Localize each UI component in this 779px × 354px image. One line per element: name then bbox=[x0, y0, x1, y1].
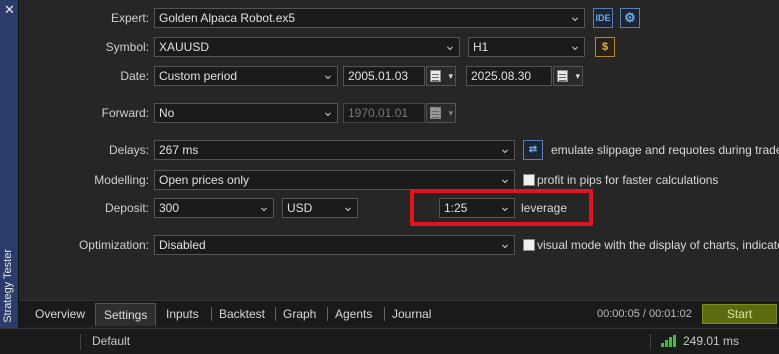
chevron-down-icon bbox=[255, 199, 273, 217]
delays-label: Delays: bbox=[108, 143, 149, 157]
tab-overview[interactable]: Overview bbox=[27, 303, 93, 326]
status-bar: Default 249.01 ms bbox=[0, 328, 779, 354]
date-period-select[interactable]: Custom period bbox=[154, 66, 338, 86]
visual-mode-checkbox[interactable] bbox=[523, 239, 535, 251]
chevron-down-icon bbox=[496, 171, 514, 189]
expert-select[interactable]: Golden Alpaca Robot.ex5 bbox=[154, 8, 585, 28]
modelling-select[interactable]: Open prices only bbox=[154, 170, 515, 190]
tester-side-strip: ✕ Strategy Tester bbox=[0, 0, 19, 329]
date-period-value: Custom period bbox=[159, 69, 238, 83]
modelling-value: Open prices only bbox=[159, 173, 250, 187]
leverage-highlight-box bbox=[410, 189, 593, 226]
status-separator bbox=[80, 334, 81, 350]
forward-date-input: 1970.01.01 bbox=[343, 103, 425, 123]
tab-journal[interactable]: Journal bbox=[384, 303, 439, 326]
panel-title: Strategy Tester bbox=[2, 249, 14, 323]
chevron-down-icon bbox=[496, 236, 514, 254]
tab-graph[interactable]: Graph bbox=[275, 303, 324, 326]
forward-label: Forward: bbox=[101, 106, 149, 120]
tester-tab-bar: Overview Settings Inputs Backtest Graph … bbox=[19, 300, 779, 326]
date-to-value: 2025.08.30 bbox=[471, 69, 532, 83]
tab-backtest[interactable]: Backtest bbox=[211, 303, 273, 326]
expert-value: Golden Alpaca Robot.ex5 bbox=[159, 11, 296, 25]
symbol-value: XAUUSD bbox=[159, 40, 210, 54]
chevron-down-icon bbox=[319, 67, 337, 85]
status-separator bbox=[650, 334, 651, 350]
tab-inputs[interactable]: Inputs bbox=[158, 303, 207, 326]
deposit-input[interactable]: 300 bbox=[154, 198, 274, 218]
date-from-value: 2005.01.03 bbox=[348, 69, 409, 83]
elapsed-timer: 00:00:05 / 00:01:02 bbox=[597, 308, 692, 320]
signal-strength-icon bbox=[661, 335, 677, 347]
delays-note: emulate slippage and requotes during tra… bbox=[551, 143, 779, 157]
tab-settings[interactable]: Settings bbox=[95, 303, 157, 326]
deposit-label: Deposit: bbox=[104, 201, 149, 215]
optimization-select[interactable]: Disabled bbox=[154, 235, 515, 255]
chevron-down-icon bbox=[441, 38, 459, 56]
forward-value: No bbox=[159, 106, 175, 120]
profile-name[interactable]: Default bbox=[92, 329, 130, 353]
timeframe-select[interactable]: H1 bbox=[468, 37, 585, 57]
chevron-down-icon bbox=[339, 199, 357, 217]
delays-value: 267 ms bbox=[159, 143, 199, 157]
profit-pips-checkbox[interactable] bbox=[523, 174, 535, 186]
chevron-down-icon bbox=[319, 104, 337, 122]
settings-panel: Expert: Golden Alpaca Robot.ex5 IDE ⚙ Sy… bbox=[19, 0, 779, 300]
date-label: Date: bbox=[120, 69, 149, 83]
forward-select[interactable]: No bbox=[154, 103, 338, 123]
date-to-input[interactable]: 2025.08.30 bbox=[466, 66, 552, 86]
modelling-label: Modelling: bbox=[94, 173, 149, 187]
delays-select[interactable]: 267 ms bbox=[154, 140, 515, 160]
close-icon[interactable]: ✕ bbox=[2, 2, 17, 17]
ide-button[interactable]: IDE bbox=[593, 8, 613, 28]
symbol-label: Symbol: bbox=[105, 40, 149, 54]
visual-mode-label: visual mode with the display of charts, … bbox=[537, 238, 779, 252]
slippage-settings-icon[interactable]: ⇄ bbox=[523, 140, 543, 160]
forward-date-value: 1970.01.01 bbox=[348, 106, 409, 120]
chevron-down-icon bbox=[496, 141, 514, 159]
ping-value: 249.01 ms bbox=[683, 334, 740, 348]
calendar-from-icon[interactable]: ▾ bbox=[426, 66, 456, 86]
calendar-forward-icon: ▾ bbox=[426, 103, 456, 123]
calendar-to-icon[interactable]: ▾ bbox=[553, 66, 583, 86]
symbol-select[interactable]: XAUUSD bbox=[154, 37, 460, 57]
symbol-properties-icon[interactable]: $ bbox=[595, 37, 615, 57]
profit-pips-label: profit in pips for faster calculations bbox=[537, 173, 719, 187]
date-from-input[interactable]: 2005.01.03 bbox=[343, 66, 425, 86]
start-button[interactable]: Start bbox=[702, 304, 777, 324]
expert-label: Expert: bbox=[110, 11, 149, 25]
gear-icon[interactable]: ⚙ bbox=[620, 8, 640, 28]
chevron-down-icon bbox=[566, 38, 584, 56]
currency-select[interactable]: USD bbox=[282, 198, 358, 218]
tab-agents[interactable]: Agents bbox=[327, 303, 380, 326]
timeframe-value: H1 bbox=[473, 40, 489, 54]
deposit-value: 300 bbox=[159, 201, 180, 215]
optimization-label: Optimization: bbox=[78, 238, 149, 252]
currency-value: USD bbox=[287, 201, 313, 215]
chevron-down-icon bbox=[566, 9, 584, 27]
optimization-value: Disabled bbox=[159, 238, 206, 252]
